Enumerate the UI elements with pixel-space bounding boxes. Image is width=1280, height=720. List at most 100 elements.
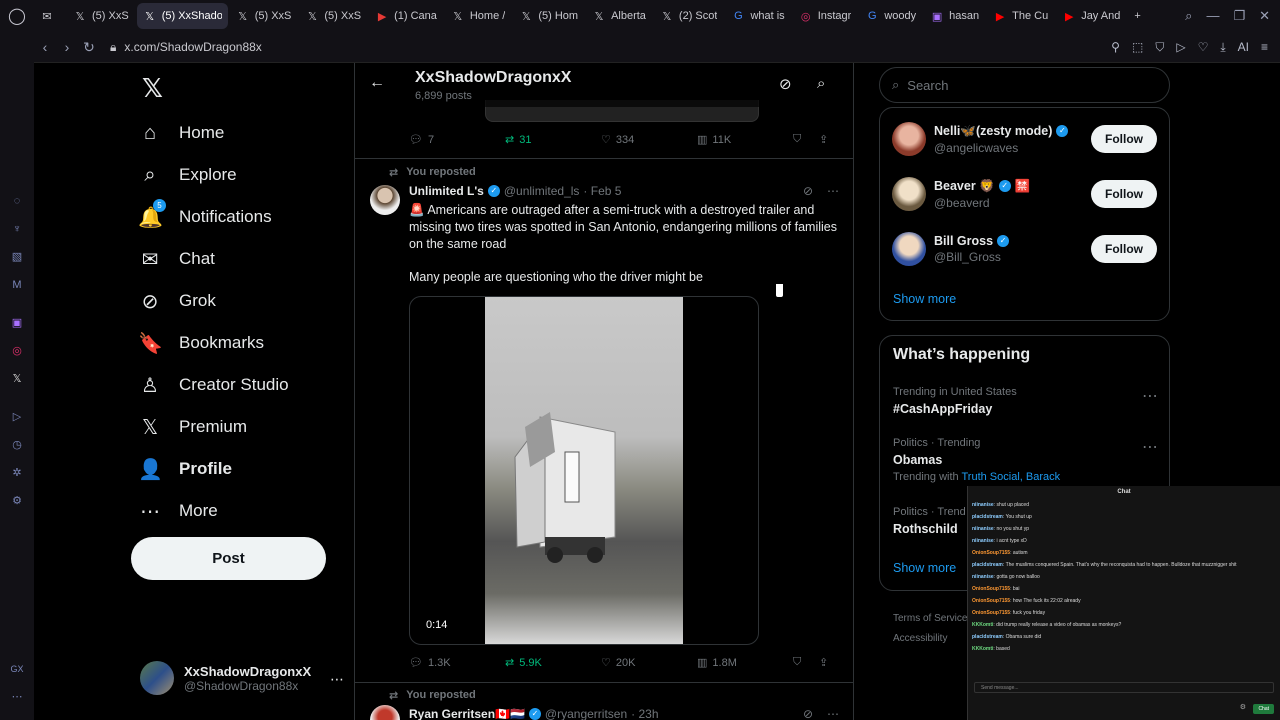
close-icon[interactable]: ✕ [1259, 8, 1270, 24]
m-icon[interactable]: M [8, 276, 26, 294]
more-icon[interactable]: ⋯ [1142, 386, 1158, 406]
twitch-icon[interactable]: ▣ [8, 314, 26, 332]
more-icon[interactable]: ⋯ [330, 671, 344, 688]
browser-tab[interactable]: ◎ Instagr [793, 3, 858, 29]
show-more-link[interactable]: Show more [893, 561, 956, 575]
post-button[interactable]: Post [131, 537, 326, 580]
like-button[interactable]: ♡ 20K [601, 656, 697, 670]
instagram-icon[interactable]: ◎ [8, 342, 26, 360]
nav-item-profile[interactable]: 👤 Profile [138, 449, 232, 489]
browser-tab[interactable]: 𝕏 (2) Scot [654, 3, 724, 29]
search-icon[interactable]: ⌕ [817, 75, 825, 92]
bookmark-button[interactable]: ⛉ [793, 656, 819, 669]
repost-button[interactable]: ⇄ 5.9K [505, 656, 601, 670]
tools-icon[interactable]: ♆ [8, 220, 26, 238]
url-field[interactable]: 🔒︎ x.com/ShadowDragon88x [110, 40, 262, 55]
nav-item-more[interactable]: ⋯ More [138, 491, 218, 531]
grok-icon[interactable]: ⊘ [803, 707, 813, 720]
tweet-author-handle[interactable]: @ryangerritsen [545, 707, 627, 720]
browser-tab[interactable]: 𝕏(5) XxShadow [136, 3, 228, 29]
browser-tab[interactable]: 𝕏 (5) XxS [299, 3, 367, 29]
back-icon[interactable]: ‹ [34, 39, 56, 55]
opera-logo-icon[interactable]: ◯ [0, 0, 34, 32]
history-icon[interactable]: ◷ [8, 436, 26, 454]
search-tabs-icon[interactable]: ⌕ [1185, 8, 1192, 24]
heart-icon[interactable]: ♡ [1198, 40, 1209, 55]
share-button[interactable]: ⇪ [819, 656, 828, 669]
settings-icon[interactable]: ⚙ [8, 492, 26, 510]
browser-tab[interactable]: 𝕏 (5) XxS [230, 3, 298, 29]
ai-icon[interactable]: ◌ [8, 192, 26, 210]
nav-item-home[interactable]: ⌂ Home [138, 113, 224, 153]
browser-tab[interactable]: ▣ hasan [924, 3, 985, 29]
more-icon[interactable]: ⋯ [827, 707, 839, 720]
reply-button[interactable]: 💬︎ 1.3K [409, 656, 505, 670]
download-icon[interactable]: ⤓ [1220, 40, 1225, 55]
browser-tab[interactable]: ▶ (1) Cana [369, 3, 443, 29]
tweet-author-name[interactable]: Ryan Gerritsen🇨🇦🇳🇱 [409, 707, 525, 720]
tweet-author-name[interactable]: Unlimited L's [409, 184, 484, 198]
browser-tab[interactable]: 𝕏 Home / [445, 3, 511, 29]
snapshot-icon[interactable]: ⬚ [1132, 40, 1143, 55]
play-icon[interactable]: ▷ [1176, 40, 1185, 55]
minimize-icon[interactable]: — [1206, 8, 1219, 24]
trend-item[interactable]: Politics · Trending Obamas Trending with… [893, 437, 1158, 483]
browser-tab[interactable]: Gwoody [859, 3, 922, 29]
search-input[interactable]: ⌕ Search [879, 67, 1170, 103]
chat-input[interactable]: Send message... [974, 682, 1274, 693]
tweet-date[interactable]: · 23h [631, 707, 658, 720]
extensions-icon[interactable]: ✲ [8, 464, 26, 482]
trending-with-links[interactable]: Truth Social, Barack [961, 471, 1060, 483]
browser-tab[interactable]: 𝕏 (5) XxS [67, 3, 135, 29]
gx-icon[interactable]: GX [8, 660, 26, 678]
browser-tab[interactable]: ▶ The Cu [987, 3, 1054, 29]
more-icon[interactable]: ⋯ [1142, 437, 1158, 457]
nav-item-bookmarks[interactable]: 🔖 Bookmarks [138, 323, 264, 363]
browser-tab[interactable]: ✉ [34, 3, 65, 29]
more-icon[interactable]: ⋯ [8, 688, 26, 706]
chat-send-button[interactable]: Chat [1253, 704, 1274, 714]
terms-link[interactable]: Terms of Service [893, 609, 967, 629]
views-button[interactable]: ▥ 1.8M [697, 656, 793, 670]
nav-item-creator-studio[interactable]: ♙ Creator Studio [138, 365, 289, 405]
accessibility-link[interactable]: Accessibility [893, 629, 967, 649]
reply-button[interactable]: 💬︎ 7 [409, 133, 505, 147]
follow-suggestion[interactable]: Bill Gross ✓ @Bill_Gross Follow [892, 232, 1157, 266]
nav-item-chat[interactable]: ✉ Chat [138, 239, 215, 279]
browser-tab[interactable]: ▶ Jay And [1056, 3, 1126, 29]
follow-button[interactable]: Follow [1091, 125, 1157, 153]
nav-item-explore[interactable]: ⌕ Explore [138, 155, 236, 195]
more-icon[interactable]: ⋯ [827, 184, 839, 198]
reload-icon[interactable]: ↻ [78, 39, 100, 56]
gear-icon[interactable]: ⚙ [1240, 703, 1246, 711]
grok-icon[interactable]: ⊘ [779, 75, 792, 93]
tweet-author-handle[interactable]: @unlimited_ls [504, 184, 580, 198]
new-tab-button[interactable]: + [1128, 3, 1146, 29]
browser-tab[interactable]: 𝕏 Alberta [586, 3, 652, 29]
avatar[interactable] [370, 705, 400, 720]
nav-item-premium[interactable]: 𝕏 Premium [138, 407, 247, 447]
pin-icon[interactable]: ⚲ [1111, 40, 1120, 55]
follow-button[interactable]: Follow [1091, 180, 1157, 208]
follow-suggestion[interactable]: Beaver 🦁 ✓ 🈲 @beaverd Follow [892, 177, 1157, 211]
views-button[interactable]: ▥ 11K [697, 133, 793, 147]
browser-tab[interactable]: Gwhat is [725, 3, 790, 29]
avatar[interactable] [370, 185, 400, 215]
show-more-link[interactable]: Show more [893, 292, 956, 306]
trend-item[interactable]: Trending in United States #CashAppFriday… [893, 386, 1158, 416]
player-icon[interactable]: ▷ [8, 408, 26, 426]
ai-button[interactable]: AI [1238, 40, 1249, 55]
shield-icon[interactable]: ⛉ [1155, 40, 1164, 55]
x-logo-icon[interactable]: 𝕏 [142, 73, 163, 104]
tweet-video[interactable]: 0:14 [409, 296, 759, 645]
nav-item-grok[interactable]: ⊘ Grok [138, 281, 216, 321]
account-switcher[interactable]: XxShadowDragonxX @ShadowDragon88x ⋯ [140, 661, 344, 695]
workspace-icon[interactable]: ▧ [8, 248, 26, 266]
follow-button[interactable]: Follow [1091, 235, 1157, 263]
follow-suggestion[interactable]: Nelli🦋(zesty mode) ✓ @angelicwaves Follow [892, 122, 1157, 156]
tweet-date[interactable]: · Feb 5 [583, 184, 621, 198]
back-arrow-icon[interactable]: ← [369, 74, 385, 92]
bookmark-button[interactable]: ⛉ [793, 133, 819, 146]
grok-icon[interactable]: ⊘ [803, 184, 813, 198]
x-logo-icon[interactable]: 𝕏 [8, 370, 26, 388]
